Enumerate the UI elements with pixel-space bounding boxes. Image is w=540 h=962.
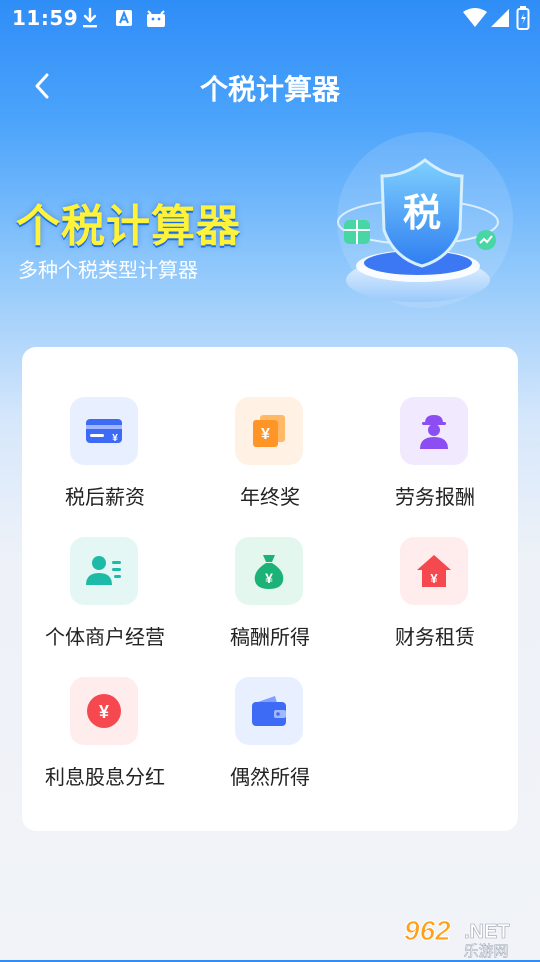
money-bag-icon: ¥ bbox=[235, 537, 303, 605]
wifi-icon bbox=[462, 6, 488, 30]
watermark-number: 962 bbox=[404, 915, 451, 946]
status-time: 11:59 bbox=[12, 6, 79, 30]
tax-shield-illustration: 税 bbox=[330, 130, 520, 320]
battery-icon bbox=[516, 6, 530, 30]
signal-icon bbox=[490, 6, 510, 30]
svg-text:¥: ¥ bbox=[430, 571, 438, 586]
tile-label: 偶然所得 bbox=[230, 765, 310, 789]
nav-bar: 个税计算器 bbox=[0, 56, 540, 116]
svg-text:¥: ¥ bbox=[112, 433, 118, 444]
wallet-icon bbox=[235, 677, 303, 745]
calculator-tile-interest-dividends[interactable]: ¥ 利息股息分红 bbox=[22, 627, 188, 789]
house-icon: ¥ bbox=[400, 537, 468, 605]
tile-label: 财务租赁 bbox=[395, 625, 475, 649]
calculator-grid-card: ¥ 税后薪资 ¥ 年终奖 劳务报酬 个体商户经营 ¥ 稿酬所得 ¥ 财务租赁 ¥… bbox=[22, 347, 518, 831]
worker-icon bbox=[400, 397, 468, 465]
hero-subtitle: 多种个税类型计算器 bbox=[18, 258, 198, 282]
shield-text: 税 bbox=[403, 193, 441, 235]
calculator-tile-after-tax-salary[interactable]: ¥ 税后薪资 bbox=[22, 347, 188, 509]
svg-text:¥: ¥ bbox=[99, 702, 109, 722]
page-title: 个税计算器 bbox=[199, 73, 340, 106]
card-icon: ¥ bbox=[70, 397, 138, 465]
calculator-tile-incidental-income[interactable]: 偶然所得 bbox=[187, 627, 353, 789]
status-bar: 11:59 bbox=[0, 0, 540, 36]
calculator-tile-financial-leasing[interactable]: ¥ 财务租赁 bbox=[352, 487, 518, 649]
watermark-suffix: .NET bbox=[464, 921, 510, 943]
android-icon bbox=[144, 6, 168, 30]
calculator-tile-labor-remuneration[interactable]: 劳务报酬 bbox=[352, 347, 518, 509]
money-stack-icon: ¥ bbox=[235, 397, 303, 465]
watermark-text: 乐游网 bbox=[463, 943, 508, 958]
a-keyboard-icon bbox=[114, 6, 134, 30]
calculator-tile-author-remuneration[interactable]: ¥ 稿酬所得 bbox=[187, 487, 353, 649]
person-list-icon bbox=[70, 537, 138, 605]
svg-text:¥: ¥ bbox=[265, 570, 273, 586]
calculator-tile-individual-business[interactable]: 个体商户经营 bbox=[22, 487, 188, 649]
coin-icon: ¥ bbox=[70, 677, 138, 745]
tile-label: 利息股息分红 bbox=[45, 765, 165, 789]
svg-text:¥: ¥ bbox=[261, 426, 270, 443]
watermark-logo: 962 .NET 乐游网 bbox=[402, 912, 534, 961]
calculator-tile-year-end-bonus[interactable]: ¥ 年终奖 bbox=[187, 347, 353, 509]
download-icon bbox=[80, 6, 100, 30]
hero-title: 个税计算器 bbox=[16, 201, 241, 252]
